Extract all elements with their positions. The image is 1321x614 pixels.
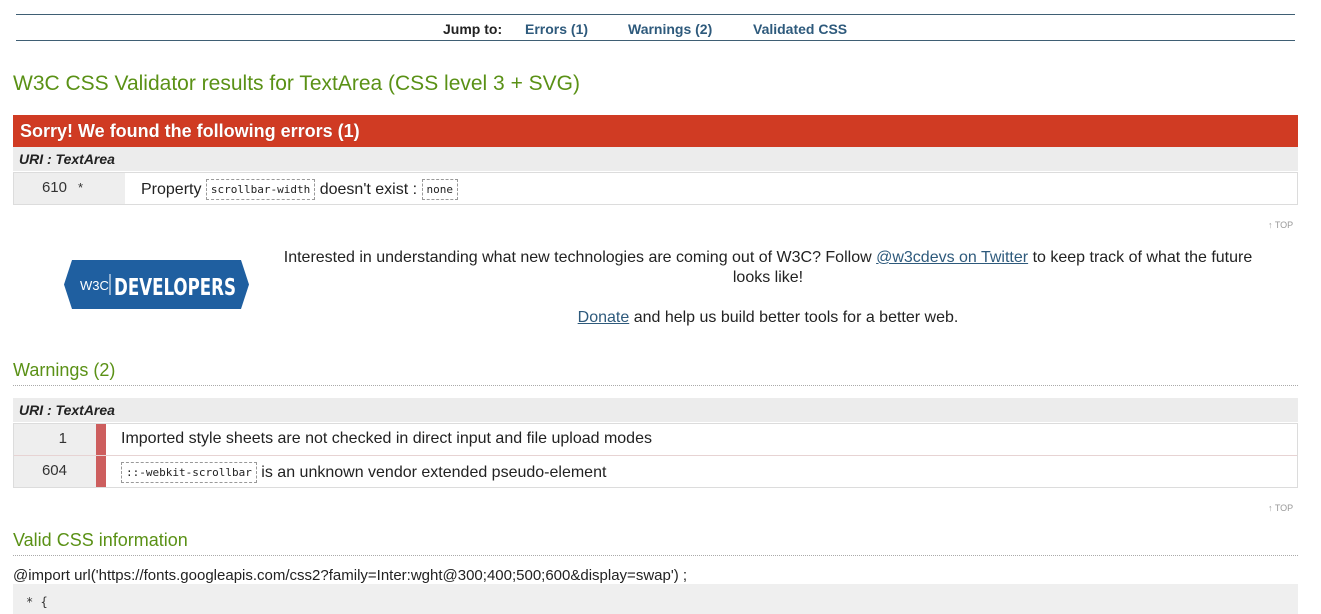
- warning-text: is an unknown vendor extended pseudo-ele…: [261, 464, 607, 481]
- jump-nav: Jump to: Errors (1) Warnings (2) Validat…: [16, 14, 1295, 41]
- warnings-title: Warnings (2): [13, 360, 1298, 386]
- validated-css-code: * {: [13, 584, 1298, 614]
- donate-message: Donate and help us build better tools fo…: [270, 309, 1266, 327]
- valid-css-title: Valid CSS information: [13, 530, 1298, 556]
- warning-level-bar: [96, 424, 106, 455]
- error-text-mid: doesn't exist :: [319, 181, 418, 198]
- twitter-link[interactable]: @w3cdevs on Twitter: [876, 249, 1028, 266]
- warning-context: [73, 456, 96, 487]
- import-statement: @import url('https://fonts.googleapis.co…: [13, 567, 688, 584]
- w3c-developers-logo[interactable]: W3C DEVELOPERS: [64, 260, 249, 309]
- warning-line-number: 604: [14, 456, 73, 487]
- page-title: W3C CSS Validator results for TextArea (…: [13, 72, 581, 95]
- errors-header: Sorry! We found the following errors (1): [13, 115, 1298, 147]
- error-message: Property scrollbar-width doesn't exist :…: [141, 179, 458, 200]
- promo-message: Interested in understanding what new tec…: [270, 248, 1266, 288]
- error-row: 610 * Property scrollbar-width doesn't e…: [14, 173, 1297, 204]
- warning-context: [73, 424, 96, 455]
- jump-label: Jump to:: [443, 21, 503, 37]
- error-line-number: 610: [14, 173, 73, 204]
- error-property-code: scrollbar-width: [205, 179, 316, 200]
- errors-uri-label: URI : TextArea: [13, 147, 1298, 171]
- back-to-top-link[interactable]: ↑ TOP: [1268, 503, 1293, 513]
- donate-link[interactable]: Donate: [578, 309, 630, 326]
- warning-message: Imported style sheets are not checked in…: [121, 430, 652, 447]
- back-to-top-link[interactable]: ↑ TOP: [1268, 220, 1293, 230]
- warning-level-bar: [96, 456, 106, 487]
- warnings-uri-label: URI : TextArea: [13, 398, 1298, 422]
- jump-link-warnings[interactable]: Warnings (2): [628, 21, 712, 37]
- jump-link-errors[interactable]: Errors (1): [525, 21, 588, 37]
- jump-link-validated-css[interactable]: Validated CSS: [753, 21, 847, 37]
- errors-table: 610 * Property scrollbar-width doesn't e…: [13, 172, 1298, 205]
- donate-text: and help us build better tools for a bet…: [633, 309, 959, 326]
- logo-developers-text: DEVELOPERS: [114, 275, 236, 301]
- warning-row: 1 Imported style sheets are not checked …: [14, 424, 1297, 456]
- error-context: *: [73, 173, 125, 204]
- promo-text-before: Interested in understanding what new tec…: [283, 249, 872, 266]
- warnings-table: 1 Imported style sheets are not checked …: [13, 423, 1298, 488]
- error-text-pre: Property: [141, 181, 202, 198]
- logo-w3c-text: W3C: [80, 278, 109, 293]
- warning-line-number: 1: [14, 424, 73, 455]
- error-value-code: none: [421, 179, 458, 200]
- warning-row: 604 ::-webkit-scrollbar is an unknown ve…: [14, 456, 1297, 487]
- warning-message: ::-webkit-scrollbar is an unknown vendor…: [121, 462, 606, 483]
- warning-pseudo-element-code: ::-webkit-scrollbar: [121, 462, 257, 483]
